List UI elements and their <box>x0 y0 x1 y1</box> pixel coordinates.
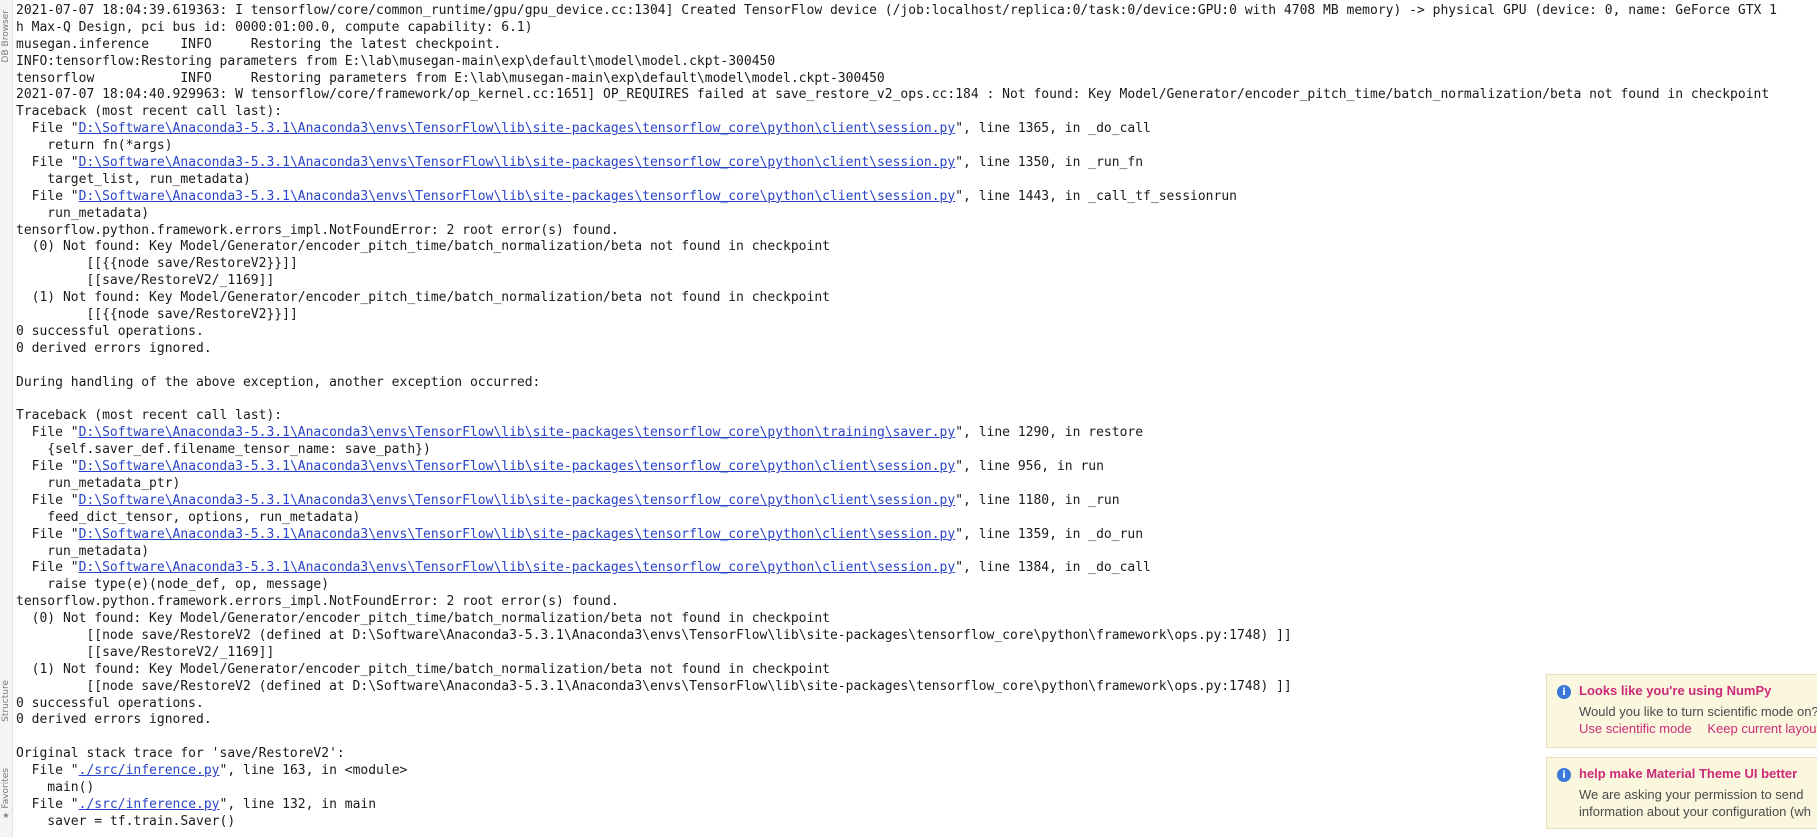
notification-body: Would you like to turn scientific mode o… <box>1579 704 1817 719</box>
file-path-link[interactable]: D:\Software\Anaconda3-5.3.1\Anaconda3\en… <box>79 493 956 508</box>
console-line: h Max-Q Design, pci bus id: 0000:01:00.0… <box>16 19 533 35</box>
notification-title: help make Material Theme UI better <box>1579 766 1798 781</box>
console-line-text: ", line 1359, in _do_run <box>955 526 1144 542</box>
star-icon: ★ <box>2 810 10 820</box>
console-line: 2021-07-07 18:04:39.619363: I tensorflow… <box>16 3 1777 18</box>
console-line: (0) Not found: Key Model/Generator/encod… <box>16 239 830 255</box>
console-line-text: File " <box>16 155 79 171</box>
console-line: [[{{node save/RestoreV2}}]] <box>16 256 298 272</box>
console-line-text: File " <box>16 459 79 475</box>
use-scientific-mode-link[interactable]: Use scientific mode <box>1579 721 1692 736</box>
console-line: INFO:tensorflow:Restoring parameters fro… <box>16 53 776 69</box>
console-line-text: ", line 1443, in _call_tf_sessionrun <box>955 188 1237 204</box>
sidebar-tab-favorites[interactable]: Favorites ★ <box>0 755 12 833</box>
console-line: File "D:\Software\Anaconda3-5.3.1\Anacon… <box>16 527 1817 544</box>
console-line: [[save/RestoreV2/_1169]] <box>16 273 275 289</box>
console-line: 0 derived errors ignored. <box>16 340 212 356</box>
file-path-link[interactable]: D:\Software\Anaconda3-5.3.1\Anaconda3\en… <box>79 155 956 170</box>
console-line-text: ", line 1350, in _run_fn <box>955 155 1144 171</box>
file-path-link[interactable]: D:\Software\Anaconda3-5.3.1\Anaconda3\en… <box>79 425 956 440</box>
console-line: (0) Not found: Key Model/Generator/encod… <box>16 611 830 627</box>
console-line: tensorflow.python.framework.errors_impl.… <box>16 594 619 610</box>
console-line: raise type(e)(node_def, op, message) <box>16 577 330 593</box>
console-line: Traceback (most recent call last): <box>16 104 283 120</box>
console-line: 0 successful operations. <box>16 323 204 339</box>
console-line-text: ", line 1384, in _do_call <box>955 560 1151 576</box>
console-line: File "D:\Software\Anaconda3-5.3.1\Anacon… <box>16 493 1817 510</box>
info-icon: i <box>1557 768 1571 782</box>
notification-body-line: information about your configuration (wh <box>1579 804 1811 819</box>
console-line: [[node save/RestoreV2 (defined at D:\Sof… <box>16 627 1292 643</box>
console-line: File "D:\Software\Anaconda3-5.3.1\Anacon… <box>16 425 1817 442</box>
notification-actions: Use scientific mode Keep current layout <box>1579 721 1817 736</box>
keep-current-layout-link[interactable]: Keep current layout <box>1707 721 1817 736</box>
console-line: {self.saver_def.filename_tensor_name: sa… <box>16 442 431 458</box>
file-path-link[interactable]: D:\Software\Anaconda3-5.3.1\Anaconda3\en… <box>79 189 956 204</box>
console-line: File "D:\Software\Anaconda3-5.3.1\Anacon… <box>16 560 1817 577</box>
console-line-text: File " <box>16 188 79 204</box>
sidebar-tab-db-browser[interactable]: DB Browser <box>0 4 12 68</box>
console-line: (1) Not found: Key Model/Generator/encod… <box>16 290 830 306</box>
file-path-link[interactable]: D:\Software\Anaconda3-5.3.1\Anaconda3\en… <box>79 560 956 575</box>
notification-numpy[interactable]: i Looks like you're using NumPy Would yo… <box>1546 674 1817 748</box>
console-line: [[save/RestoreV2/_1169]] <box>16 644 275 660</box>
file-path-link[interactable]: D:\Software\Anaconda3-5.3.1\Anaconda3\en… <box>79 459 956 474</box>
console-line: Traceback (most recent call last): <box>16 408 283 424</box>
sidebar-tab-label: Structure <box>1 680 11 722</box>
left-tool-strip: DB Browser Structure Favorites ★ <box>0 0 13 837</box>
console-line-text: File " <box>16 560 79 576</box>
console-line: run_metadata) <box>16 205 150 221</box>
console-line-text: ", line 956, in run <box>955 459 1104 475</box>
console-line: File "D:\Software\Anaconda3-5.3.1\Anacon… <box>16 155 1817 172</box>
console-line: File "D:\Software\Anaconda3-5.3.1\Anacon… <box>16 189 1817 206</box>
notification-material-theme[interactable]: i help make Material Theme UI better We … <box>1546 757 1817 829</box>
console-line-text: ", line 1290, in restore <box>955 425 1144 441</box>
file-path-link[interactable]: ./src/inference.py <box>79 763 220 778</box>
sidebar-tab-label: DB Browser <box>1 9 11 63</box>
console-line: run_metadata) <box>16 543 150 559</box>
console-line: tensorflow INFO Restoring parameters fro… <box>16 70 885 86</box>
notification-body-line: We are asking your permission to send <box>1579 787 1804 802</box>
console-line: File "D:\Software\Anaconda3-5.3.1\Anacon… <box>16 459 1817 476</box>
info-icon: i <box>1557 685 1571 699</box>
console-line-text: ", line 1365, in _do_call <box>955 121 1151 137</box>
console-line: 2021-07-07 18:04:40.929963: W tensorflow… <box>16 87 1770 103</box>
console-line: run_metadata_ptr) <box>16 475 181 491</box>
console-line-text: File " <box>16 763 79 779</box>
console-line: musegan.inference INFO Restoring the lat… <box>16 36 502 52</box>
file-path-link[interactable]: D:\Software\Anaconda3-5.3.1\Anaconda3\en… <box>79 527 956 542</box>
console-line-text: File " <box>16 492 79 508</box>
console-line: File "D:\Software\Anaconda3-5.3.1\Anacon… <box>16 121 1817 138</box>
notification-title: Looks like you're using NumPy <box>1579 683 1772 698</box>
console-line-text: File " <box>16 425 79 441</box>
file-path-link[interactable]: ./src/inference.py <box>79 797 220 812</box>
console-line: tensorflow.python.framework.errors_impl.… <box>16 222 619 238</box>
console-line-text: File " <box>16 796 79 812</box>
console-line-text: File " <box>16 526 79 542</box>
console-line: During handling of the above exception, … <box>16 374 541 390</box>
console-line-text: ", line 163, in <module> <box>219 763 408 779</box>
console-line: target_list, run_metadata) <box>16 171 251 187</box>
console-line: feed_dict_tensor, options, run_metadata) <box>16 509 361 525</box>
sidebar-tab-structure[interactable]: Structure <box>0 668 12 734</box>
console-line-text: File " <box>16 121 79 137</box>
file-path-link[interactable]: D:\Software\Anaconda3-5.3.1\Anaconda3\en… <box>79 121 956 136</box>
console-line-text: ", line 132, in main <box>219 796 377 812</box>
console-line: return fn(*args) <box>16 138 173 154</box>
console-line: [[{{node save/RestoreV2}}]] <box>16 307 298 323</box>
sidebar-tab-label: Favorites <box>1 768 11 809</box>
console-line-text: ", line 1180, in _run <box>955 492 1120 508</box>
